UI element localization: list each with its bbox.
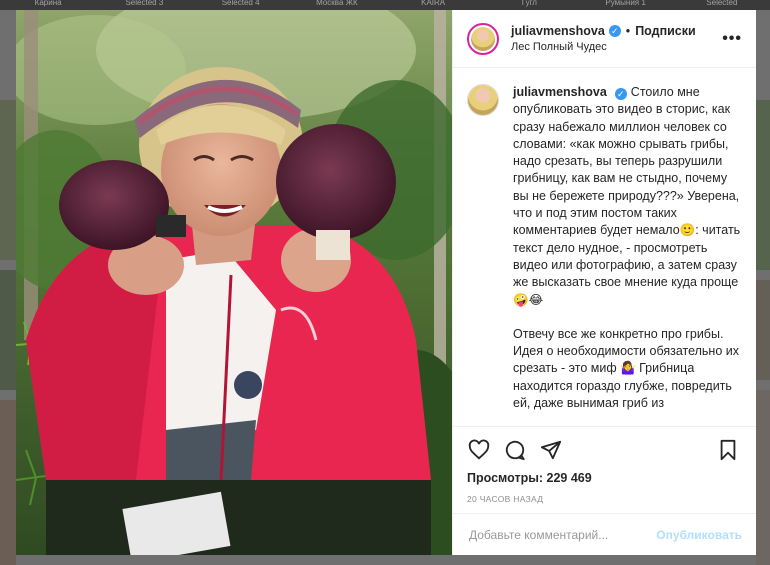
background-thumbnail [756, 280, 770, 380]
following-button[interactable]: Подписки [635, 24, 696, 38]
bg-tab: Selected [706, 0, 738, 7]
bookmark-icon[interactable] [716, 438, 740, 462]
views-count[interactable]: Просмотры: 229 469 [467, 471, 742, 485]
post-sidebar: juliavmenshova ✓ • Подписки Лес Полный Ч… [452, 10, 756, 555]
bg-tab: Гугл [521, 0, 537, 7]
post-video[interactable] [16, 10, 452, 555]
post-timestamp[interactable]: 20 ЧАСОВ НАЗАД [467, 494, 742, 504]
verified-badge-icon: ✓ [614, 88, 627, 100]
background-thumbnail [0, 270, 16, 390]
background-tabs: Карина Selected 3 Selected 4 Москва ЖК K… [0, 0, 770, 8]
caption-paragraph-2: Отвечу все же конкретно про грибы. Идея … [513, 326, 743, 411]
share-paper-plane-icon[interactable] [539, 438, 563, 462]
action-icons [467, 433, 742, 467]
background-thumbnail [0, 400, 16, 565]
caption-text: juliavmenshova ✓ Стоило мне опубликовать э… [513, 84, 742, 412]
post-actions: Просмотры: 229 469 20 ЧАСОВ НАЗАД [453, 426, 756, 504]
more-options-icon[interactable]: ••• [722, 30, 742, 48]
post-header: juliavmenshova ✓ • Подписки Лес Полный Ч… [453, 10, 756, 68]
author-username[interactable]: juliavmenshova [511, 24, 605, 38]
like-heart-icon[interactable] [467, 438, 491, 462]
bg-tab: Румыния 1 [605, 0, 646, 7]
bg-tab: Selected 3 [125, 0, 164, 7]
bg-tab: Карина [34, 0, 62, 7]
comment-input[interactable] [467, 526, 657, 543]
background-thumbnail [756, 100, 770, 270]
video-frame [16, 10, 452, 555]
caption-username[interactable]: juliavmenshova [513, 85, 607, 99]
separator-dot: • [625, 24, 631, 38]
post-location[interactable]: Лес Полный Чудес [511, 41, 722, 53]
verified-badge-icon: ✓ [608, 25, 621, 37]
caption-row: juliavmenshova ✓ Стоило мне опубликовать э… [467, 84, 742, 412]
add-comment-bar: Опубликовать [453, 513, 756, 555]
background-thumbnail [0, 100, 16, 260]
bg-tab: Москва ЖК [316, 0, 358, 7]
caption-paragraph-1: Стоило мне опубликовать это видео в стор… [513, 85, 744, 307]
bg-tab: KAIRA [421, 0, 446, 7]
background-thumbnail [756, 390, 770, 565]
views-number: 229 469 [546, 471, 592, 485]
bg-tab: Selected 4 [221, 0, 260, 7]
views-label: Просмотры: [467, 471, 544, 485]
publish-button[interactable]: Опубликовать [656, 528, 742, 542]
caption-avatar[interactable] [467, 84, 499, 116]
post-modal: juliavmenshova ✓ • Подписки Лес Полный Ч… [16, 10, 756, 555]
comment-bubble-icon[interactable] [503, 438, 527, 462]
caption-area: juliavmenshova ✓ Стоило мне опубликовать э… [453, 68, 756, 428]
author-avatar[interactable] [467, 22, 499, 55]
